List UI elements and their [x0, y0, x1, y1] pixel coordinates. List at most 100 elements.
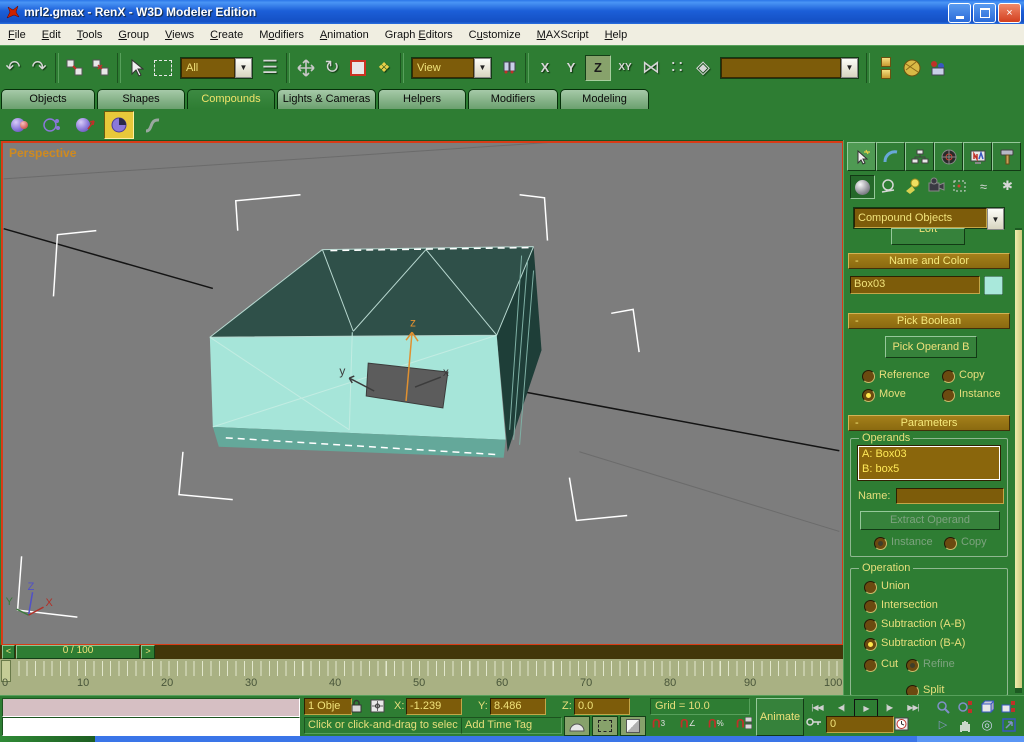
parameters-rollout-header[interactable]: - Parameters: [848, 415, 1010, 431]
select-and-manipulate-icon[interactable]: ❖: [371, 53, 397, 83]
restore-button[interactable]: [973, 3, 996, 23]
zoom-extents-all-icon[interactable]: [999, 698, 1019, 715]
display-tab[interactable]: [963, 142, 992, 171]
copy-radio[interactable]: [942, 370, 955, 383]
intersection-radio[interactable]: [864, 600, 877, 613]
split-radio[interactable]: [906, 685, 919, 695]
menu-modifiers[interactable]: Modifiers: [251, 25, 312, 45]
snap-3d-icon[interactable]: U3: [652, 716, 665, 730]
pick-operand-b-button[interactable]: Pick Operand B: [885, 336, 977, 358]
restrict-y-button[interactable]: Y: [559, 56, 583, 80]
operand-b-item[interactable]: B: box5: [859, 462, 999, 477]
shapes-icon[interactable]: [876, 175, 899, 197]
hierarchy-tab[interactable]: [905, 142, 934, 171]
loft-icon[interactable]: [139, 112, 167, 138]
menu-animation[interactable]: Animation: [312, 25, 377, 45]
go-to-end-button[interactable]: ▶▶|: [902, 699, 924, 715]
use-pivot-point-icon[interactable]: [496, 53, 522, 83]
instance-radio[interactable]: [942, 389, 955, 402]
z-coord-field[interactable]: 0.0: [574, 698, 630, 715]
create-tab[interactable]: [847, 142, 876, 171]
see-through-cube-icon[interactable]: [620, 716, 646, 736]
isolate-dome-icon[interactable]: [564, 716, 590, 736]
previous-frame-button[interactable]: ◀|: [830, 699, 852, 715]
viewport-label[interactable]: Perspective: [9, 146, 76, 160]
menu-edit[interactable]: Edit: [34, 25, 69, 45]
extract-instance-radio[interactable]: [874, 537, 887, 550]
select-by-name-icon[interactable]: ☰: [257, 53, 283, 83]
menu-maxscript[interactable]: MAXScript: [529, 25, 597, 45]
material-editor-icon[interactable]: [899, 53, 925, 83]
windows-taskbar-edge[interactable]: [0, 736, 1024, 742]
align-icon[interactable]: ◈: [690, 53, 716, 83]
close-button[interactable]: ×: [998, 3, 1021, 23]
modify-tab[interactable]: [876, 142, 905, 171]
animate-button[interactable]: Animate: [756, 698, 804, 736]
y-coord-field[interactable]: 8.486: [490, 698, 546, 715]
perspective-viewport[interactable]: z y x Z Y X Perspective: [1, 141, 844, 646]
dropdown-arrow-icon[interactable]: ▼: [474, 58, 491, 78]
zoom-all-icon[interactable]: [955, 698, 975, 715]
menu-create[interactable]: Create: [202, 25, 251, 45]
min-max-toggle-icon[interactable]: [999, 716, 1019, 733]
object-color-swatch[interactable]: [984, 276, 1003, 295]
play-button[interactable]: ▶: [854, 699, 878, 717]
dropdown-arrow-icon[interactable]: ▼: [235, 58, 252, 78]
add-time-tag[interactable]: Add Time Tag: [461, 717, 562, 734]
x-coord-field[interactable]: -1.239: [406, 698, 462, 715]
zoom-extents-icon[interactable]: [977, 698, 997, 715]
selection-filter-dropdown[interactable]: All ▼: [180, 57, 253, 79]
track-view-icon[interactable]: [873, 53, 899, 83]
restrict-z-button[interactable]: Z: [585, 55, 611, 81]
mirror-icon[interactable]: ⋈: [638, 53, 664, 83]
boolean-icon[interactable]: [104, 111, 134, 139]
reference-radio[interactable]: [862, 370, 875, 383]
frame-back-button[interactable]: <: [2, 645, 15, 659]
subtraction-ab-radio[interactable]: [864, 619, 877, 632]
select-and-move-icon[interactable]: [293, 53, 319, 83]
minimize-button[interactable]: [948, 3, 971, 23]
connect-icon[interactable]: [71, 112, 99, 138]
current-frame-field[interactable]: 0: [826, 716, 894, 733]
restrict-xy-plane-button[interactable]: XY: [613, 56, 637, 80]
name-color-rollout-header[interactable]: - Name and Color: [848, 253, 1010, 269]
menu-group[interactable]: Group: [110, 25, 157, 45]
named-selection-sets-dropdown[interactable]: ▼: [720, 57, 859, 79]
move-radio[interactable]: [862, 389, 875, 402]
systems-icon[interactable]: ✱: [996, 175, 1019, 197]
angle-snap-icon[interactable]: U∠: [680, 716, 696, 730]
subtraction-ba-radio[interactable]: [864, 638, 877, 651]
undo-icon[interactable]: ↶: [0, 53, 26, 83]
cut-radio[interactable]: [864, 659, 877, 672]
time-configuration-icon[interactable]: [894, 716, 910, 732]
menu-file[interactable]: File: [0, 25, 34, 45]
menu-graph-editors[interactable]: Graph Editors: [377, 25, 461, 45]
tab-modeling[interactable]: Modeling: [560, 89, 649, 109]
menu-views[interactable]: Views: [157, 25, 202, 45]
select-object-icon[interactable]: [124, 53, 150, 83]
tab-lights-cameras[interactable]: Lights & Cameras: [277, 89, 376, 109]
schematic-view-icon[interactable]: [925, 53, 951, 83]
union-radio[interactable]: [864, 581, 877, 594]
redo-icon[interactable]: ↷: [26, 53, 52, 83]
scatter-icon[interactable]: [38, 112, 66, 138]
tab-compounds[interactable]: Compounds: [187, 89, 275, 109]
time-slider-button[interactable]: 0 / 100: [16, 645, 140, 659]
menu-tools[interactable]: Tools: [69, 25, 111, 45]
helpers-icon[interactable]: [948, 175, 971, 197]
select-and-scale-icon[interactable]: [345, 53, 371, 83]
spinner-snap-icon[interactable]: U: [736, 716, 752, 730]
zoom-icon[interactable]: [933, 698, 953, 715]
panel-scrollbar-thumb[interactable]: [1015, 230, 1022, 688]
start-button-edge[interactable]: [0, 736, 95, 742]
tab-shapes[interactable]: Shapes: [97, 89, 185, 109]
category-dropdown[interactable]: Compound Objects ▼: [853, 207, 1005, 229]
operand-name-input[interactable]: [896, 488, 1004, 504]
box-front-face[interactable]: [210, 335, 506, 440]
field-of-view-icon[interactable]: ▷: [933, 716, 953, 733]
pick-boolean-rollout-header[interactable]: - Pick Boolean: [848, 313, 1010, 329]
next-frame-button[interactable]: |▶: [878, 699, 900, 715]
go-to-start-button[interactable]: |◀◀: [806, 699, 828, 715]
utilities-tab[interactable]: [992, 142, 1021, 171]
space-warps-icon[interactable]: ≈: [972, 175, 995, 197]
